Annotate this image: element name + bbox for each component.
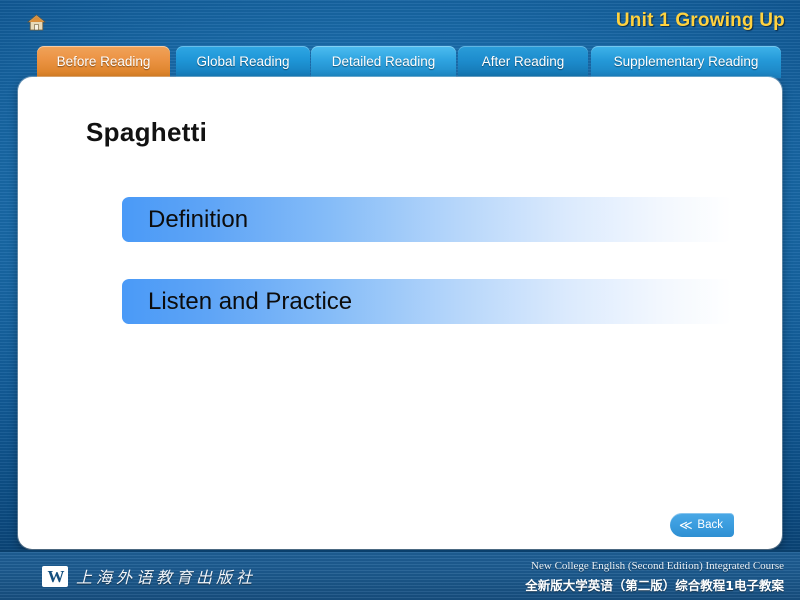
presentation-slide: Unit 1 Growing Up Before Reading Global … — [0, 0, 800, 600]
menu-item-definition[interactable]: Definition — [122, 197, 732, 242]
menu-item-label: Listen and Practice — [148, 287, 353, 315]
tab-detailed-reading[interactable]: Detailed Reading — [311, 46, 456, 78]
double-chevron-left-icon: ≪ — [679, 517, 693, 533]
course-title-en: New College English (Second Edition) Int… — [531, 560, 784, 572]
slide-header: Unit 1 Growing Up — [0, 0, 800, 44]
back-button[interactable]: ≪ Back — [670, 513, 734, 537]
tab-supplementary-reading[interactable]: Supplementary Reading — [591, 46, 781, 78]
course-info: New College English (Second Edition) Int… — [525, 560, 784, 594]
slide-footer: W 上海外语教育出版社 New College English (Second … — [0, 550, 800, 600]
page-title: Unit 1 Growing Up — [615, 10, 785, 31]
publisher-name: 上海外语教育出版社 — [76, 568, 257, 587]
publisher-logo: W 上海外语教育出版社 — [42, 564, 256, 588]
content-panel: Spaghetti Definition Listen and Practice… — [18, 77, 782, 549]
tab-after-reading[interactable]: After Reading — [458, 46, 588, 78]
tab-global-reading[interactable]: Global Reading — [176, 46, 310, 78]
menu-item-label: Definition — [148, 205, 249, 233]
menu-list: Definition Listen and Practice — [122, 197, 732, 361]
home-icon[interactable] — [26, 14, 47, 31]
tab-bar: Before Reading Global Reading Detailed R… — [0, 46, 800, 78]
back-button-label: Back — [697, 519, 723, 531]
menu-item-listen-and-practice[interactable]: Listen and Practice — [122, 279, 732, 324]
logo-mark-w: W — [42, 565, 68, 587]
section-heading: Spaghetti — [86, 117, 208, 147]
tab-before-reading[interactable]: Before Reading — [37, 46, 170, 78]
course-title-cn: 全新版大学英语（第二版）综合教程1电子教案 — [525, 578, 784, 593]
